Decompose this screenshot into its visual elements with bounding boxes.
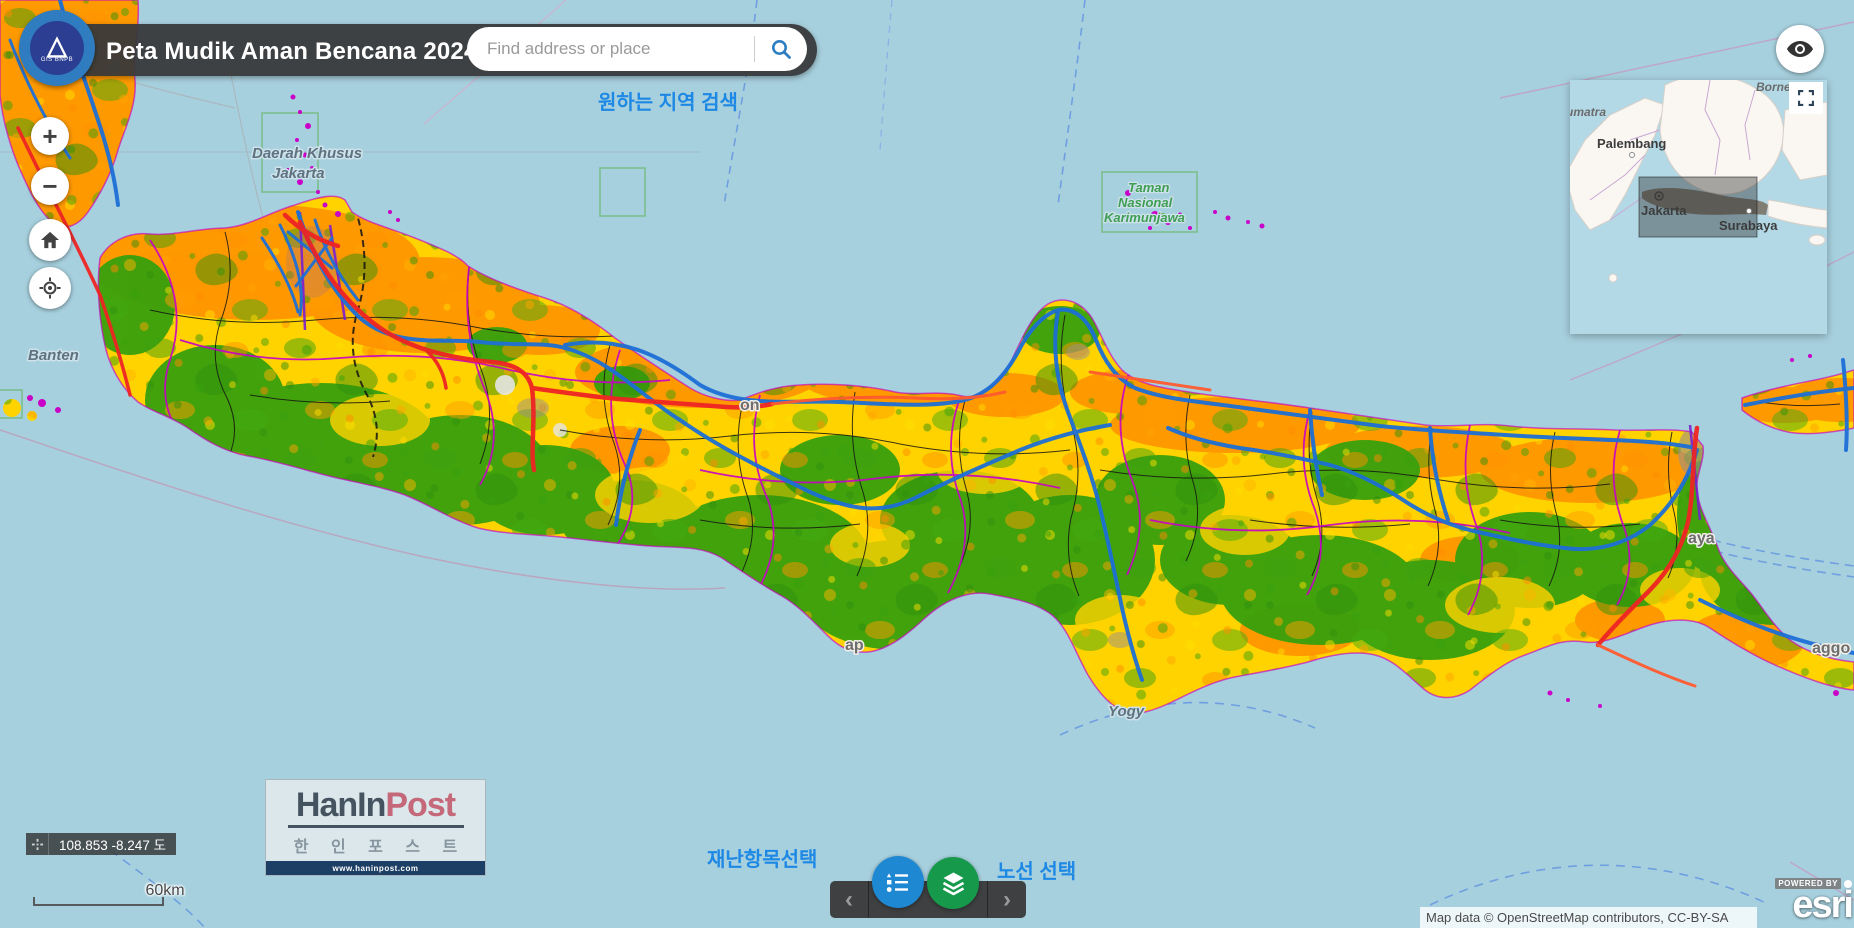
search-button[interactable]: [755, 27, 807, 71]
svg-text:Karimunjawa: Karimunjawa: [1104, 210, 1185, 225]
toolbar-divider-left: [868, 881, 869, 918]
home-button[interactable]: [29, 219, 71, 261]
palembang-marker: [1630, 153, 1635, 158]
search-box: [467, 27, 807, 71]
minimap-sumatra-label: umatra: [1570, 105, 1606, 119]
haninpost-watermark: HanInPost 한 인 포 스 트 www.haninpost.com: [265, 779, 486, 876]
legend-button[interactable]: [872, 856, 924, 908]
home-icon: [40, 231, 60, 249]
minimap-surabaya-label: Surabaya: [1719, 218, 1778, 233]
app-logo: △ GIS BNPB: [19, 10, 95, 86]
svg-text:Nasional: Nasional: [1118, 195, 1173, 210]
minimap-borneo-label: Borne: [1756, 80, 1791, 94]
coordinates-widget: 108.853 -8.247 도: [26, 833, 176, 855]
minimap-expand-button[interactable]: [1789, 82, 1823, 114]
watermark-url: www.haninpost.com: [266, 861, 485, 875]
haninpost-brand: HanInPost: [296, 788, 455, 822]
svg-text:on: on: [740, 397, 760, 414]
map-attribution: Map data © OpenStreetMap contributors, C…: [1420, 907, 1757, 928]
search-icon: [770, 38, 792, 60]
eye-icon: [1786, 40, 1814, 58]
svg-text:Daerah Khusus: Daerah Khusus: [252, 145, 362, 162]
map-application: Daerah Khusus Jakarta Banten Taman Nasio…: [0, 0, 1854, 928]
layers-button[interactable]: [927, 857, 979, 909]
zoom-out-button[interactable]: −: [31, 167, 69, 205]
eye-button[interactable]: [1776, 25, 1824, 73]
svg-text:Yogy: Yogy: [1108, 703, 1145, 720]
legend-icon: [885, 869, 911, 895]
jakarta-marker-dot: [1658, 195, 1661, 198]
coordinates-value: 108.853 -8.247 도: [49, 834, 176, 854]
minimap-palembang-label: Palembang: [1597, 136, 1666, 151]
disaster-layers-hint: 재난항목선택: [707, 843, 817, 872]
svg-text:aya: aya: [1688, 530, 1715, 547]
watermark-korean: 한 인 포 스 트: [285, 833, 466, 857]
svg-text:Banten: Banten: [28, 347, 79, 364]
search-input[interactable]: [467, 39, 754, 59]
triangle-glyph: △: [47, 34, 67, 56]
overview-minimap[interactable]: umatra Borne Palembang Jakarta Surabaya: [1570, 80, 1827, 334]
scale-bar: [33, 897, 164, 906]
toolbar-next-button[interactable]: ›: [988, 881, 1026, 918]
svg-text:Jakarta: Jakarta: [272, 165, 325, 182]
svg-text:ap: ap: [845, 637, 864, 654]
minimap-jakarta-label: Jakarta: [1641, 203, 1687, 218]
locate-button[interactable]: [29, 267, 71, 309]
svg-text:Taman: Taman: [1128, 180, 1169, 195]
surabaya-marker: [1747, 209, 1752, 214]
layers-icon: [940, 870, 967, 897]
expand-icon: [1797, 89, 1815, 107]
watermark-rule: [288, 825, 464, 828]
search-hint-label: 원하는 지역 검색: [598, 86, 738, 115]
svg-text:aggo: aggo: [1812, 640, 1850, 657]
zoom-in-button[interactable]: +: [31, 117, 69, 155]
app-title: Peta Mudik Aman Bencana 2024: [106, 38, 478, 66]
esri-wordmark: esri: [1756, 889, 1852, 921]
route-select-hint: 노선 선택: [997, 855, 1076, 884]
bnpb-logo-icon: △ GIS BNPB: [30, 21, 84, 75]
toolbar-prev-button[interactable]: ‹: [830, 881, 868, 918]
crosshair-move-icon[interactable]: [26, 833, 49, 855]
esri-logo: POWERED BY esri: [1756, 878, 1854, 921]
locate-icon: [39, 277, 61, 299]
